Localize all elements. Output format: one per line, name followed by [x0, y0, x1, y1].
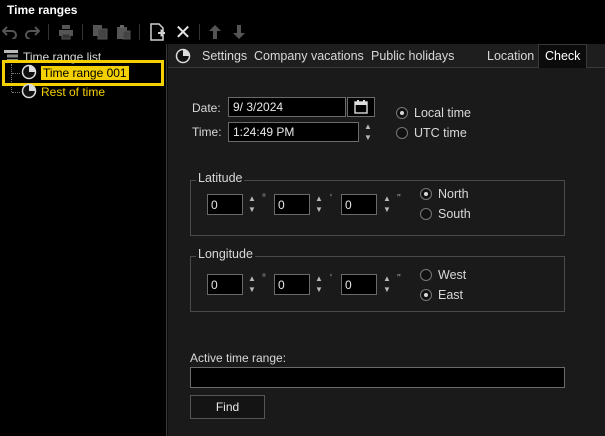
- time-spinner[interactable]: ▲ ▼: [361, 122, 375, 142]
- latitude-minutes-spinner[interactable]: ▲ ▼: [312, 194, 326, 214]
- latitude-seconds-input[interactable]: 0: [341, 194, 377, 215]
- tree-item-rest-of-time[interactable]: Rest of time: [21, 83, 105, 101]
- latitude-degrees-spinner[interactable]: ▲ ▼: [245, 194, 259, 214]
- radio-indicator: [420, 269, 432, 281]
- arrow-up-icon[interactable]: [205, 22, 225, 42]
- close-icon[interactable]: ✕: [173, 22, 193, 44]
- toolbar-separator: [139, 24, 140, 40]
- find-button[interactable]: Find: [190, 395, 265, 419]
- minute-unit: ': [330, 273, 332, 284]
- tree-item-label: Rest of time: [41, 85, 106, 99]
- active-time-range-label: Active time range:: [190, 351, 287, 365]
- toolbar-separator: [199, 24, 200, 40]
- toolbar-separator: [48, 24, 49, 40]
- clock-icon: [175, 48, 191, 67]
- tab-settings[interactable]: Settings: [202, 49, 247, 63]
- time-label: Time:: [192, 125, 222, 139]
- tab-company-vacations[interactable]: Company vacations: [254, 49, 364, 63]
- arrow-down-icon[interactable]: [229, 22, 249, 42]
- utc-time-label: UTC time: [414, 126, 467, 140]
- north-radio[interactable]: North: [420, 187, 469, 201]
- longitude-minutes-spinner[interactable]: ▲ ▼: [312, 274, 326, 294]
- title-bar: Time ranges: [0, 0, 605, 20]
- utc-time-radio[interactable]: UTC time: [396, 126, 467, 140]
- degree-unit: °: [262, 193, 266, 204]
- toolbar: ✕: [0, 20, 605, 44]
- longitude-seconds-spinner[interactable]: ▲ ▼: [380, 274, 394, 294]
- latitude-seconds-spinner[interactable]: ▲ ▼: [380, 194, 394, 214]
- west-radio[interactable]: West: [420, 268, 466, 282]
- radio-indicator: [396, 107, 408, 119]
- radio-indicator: [420, 289, 432, 301]
- latitude-title: Latitude: [196, 171, 245, 185]
- undo-icon[interactable]: [0, 22, 20, 42]
- longitude-seconds-input[interactable]: 0: [341, 274, 377, 295]
- time-field[interactable]: 1:24:49 PM: [228, 122, 359, 142]
- tab-check[interactable]: Check: [538, 44, 588, 69]
- calendar-button[interactable]: [347, 97, 375, 117]
- tab-public-holidays[interactable]: Public holidays: [371, 49, 454, 63]
- paste-icon[interactable]: [113, 22, 133, 42]
- east-label: East: [438, 288, 464, 302]
- longitude-minutes-input[interactable]: 0: [274, 274, 310, 295]
- local-time-label: Local time: [414, 106, 471, 120]
- radio-indicator: [420, 188, 432, 200]
- south-radio[interactable]: South: [420, 207, 471, 221]
- degree-unit: °: [262, 273, 266, 284]
- minute-unit: ': [330, 193, 332, 204]
- new-document-icon[interactable]: [148, 22, 168, 42]
- redo-icon[interactable]: [22, 22, 42, 42]
- radio-indicator: [420, 208, 432, 220]
- second-unit: '': [397, 273, 401, 284]
- printer-icon[interactable]: [56, 22, 76, 42]
- east-radio[interactable]: East: [420, 288, 463, 302]
- active-time-range-field[interactable]: [190, 367, 565, 388]
- latitude-degrees-input[interactable]: 0: [207, 194, 243, 215]
- north-label: North: [438, 187, 469, 201]
- tree-pane: [0, 44, 167, 436]
- toolbar-separator: [82, 24, 83, 40]
- window-title: Time ranges: [7, 3, 78, 17]
- second-unit: '': [397, 193, 401, 204]
- longitude-degrees-input[interactable]: 0: [207, 274, 243, 295]
- calendar-icon: [354, 100, 368, 114]
- date-field[interactable]: 9/ 3/2024: [228, 97, 346, 117]
- tree-connector: [12, 92, 20, 93]
- date-label: Date:: [192, 101, 221, 115]
- latitude-minutes-input[interactable]: 0: [274, 194, 310, 215]
- copy-icon[interactable]: [90, 22, 110, 42]
- local-time-radio[interactable]: Local time: [396, 106, 471, 120]
- west-label: West: [438, 268, 467, 282]
- clock-icon: [21, 83, 37, 102]
- tab-location[interactable]: Location: [487, 49, 534, 63]
- longitude-title: Longitude: [196, 247, 255, 261]
- longitude-degrees-spinner[interactable]: ▲ ▼: [245, 274, 259, 294]
- radio-indicator: [396, 127, 408, 139]
- south-label: South: [438, 207, 471, 221]
